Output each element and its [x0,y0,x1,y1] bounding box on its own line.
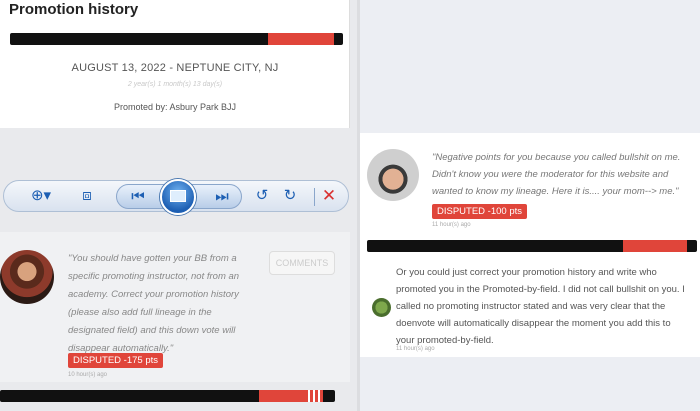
comment-quote: "You should have gotten your BB from a s… [68,253,240,354]
rotate-left-icon[interactable]: ↺ [252,186,272,206]
promotion-elapsed-time: 2 year(s) 1 month(s) 13 day(s) [127,81,223,88]
comment-timestamp: 11 hour(s) ago [432,222,471,228]
skip-next-icon[interactable]: ⏭ [211,187,233,207]
belt-stripe [313,390,315,402]
avatar [367,149,419,201]
image-viewer-toolbar: ⊕▾ ⧈ ⏮ ⏭ ↺ ↻ ✕ [3,179,349,215]
disputed-badge: DISPUTED -175 pts [68,353,163,368]
promotion-history-card: Promotion history AUGUST 13, 2022 - NEPT… [0,0,350,128]
black-belt-graphic [10,33,343,45]
comment-quote: "Negative points for you because you cal… [432,152,681,197]
slideshow-icon[interactable] [160,179,196,215]
zoom-in-icon[interactable]: ⊕▾ [26,186,56,206]
belt-rank-bar [623,240,687,252]
belt-rank-bar [268,33,334,45]
reply-text: Or you could just correct your promotion… [396,267,685,346]
close-icon[interactable]: ✕ [318,186,340,206]
rotate-right-icon[interactable]: ↻ [280,186,300,206]
avatar [0,250,54,304]
comment-timestamp: 11 hour(s) ago [396,346,435,352]
belt-stripe [318,390,320,402]
disputed-badge: DISPUTED -100 pts [432,204,527,219]
fit-to-screen-icon[interactable]: ⧈ [76,186,98,206]
comment-timestamp: 10 hour(s) ago [68,372,108,378]
skip-previous-icon[interactable]: ⏮ [127,187,149,207]
promoted-by: Promoted by: Asbury Park BJJ [113,102,237,112]
promotion-history-title: Promotion history [9,1,139,18]
black-belt-graphic [0,390,335,402]
toolbar-separator [314,188,315,206]
avatar [372,298,391,317]
comments-button[interactable]: COMMENTS [269,251,335,275]
belt-stripe [308,390,310,402]
promotion-date-location: AUGUST 13, 2022 - NEPTUNE CITY, NJ [71,62,279,74]
black-belt-graphic [367,240,697,252]
